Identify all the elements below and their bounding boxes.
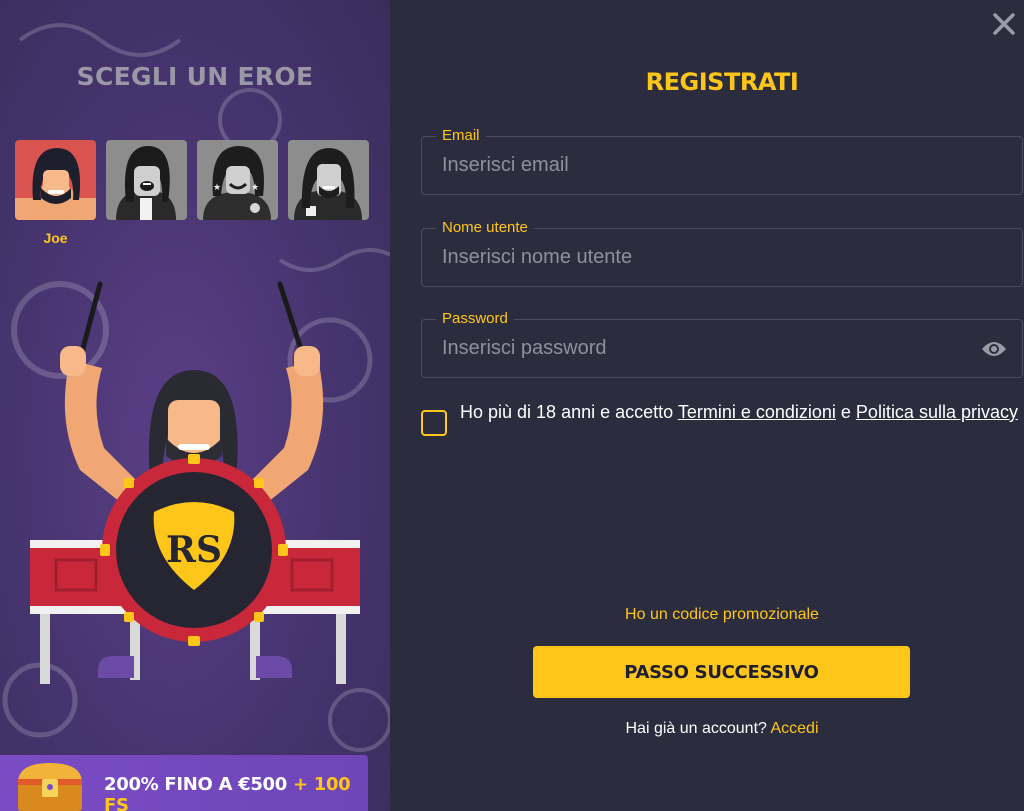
hero-avatar-2 xyxy=(116,146,176,220)
consent-text: Ho più di 18 anni e accetto Termini e co… xyxy=(460,400,1020,424)
hero-list: ★ ★ xyxy=(15,140,369,220)
hero-title: SCEGLI UN EROE xyxy=(76,62,314,91)
age-terms-checkbox[interactable] xyxy=(421,410,447,436)
promo-text: 200% FINO A €500 + 100 FS xyxy=(104,774,368,811)
privacy-link[interactable]: Politica sulla privacy xyxy=(856,402,1018,422)
hero-card-3[interactable]: ★ ★ xyxy=(197,140,278,220)
promo-banner[interactable]: 200% FINO A €500 + 100 FS xyxy=(0,755,368,811)
next-step-button[interactable]: PASSO SUCCESSIVO xyxy=(533,646,910,698)
login-prompt-line: Hai già un account? Accedi xyxy=(390,720,1024,738)
drummer-illustration: RS xyxy=(30,281,360,684)
consent-prefix: Ho più di 18 anni e accetto xyxy=(460,402,678,422)
hero-card-joe[interactable] xyxy=(15,140,96,220)
hero-avatar-4 xyxy=(294,148,362,220)
password-input[interactable] xyxy=(442,320,982,377)
login-link[interactable]: Accedi xyxy=(770,720,818,737)
svg-text:★: ★ xyxy=(213,183,221,193)
treasure-chest-icon xyxy=(18,763,82,811)
login-prompt: Hai già un account? xyxy=(625,720,767,737)
hero-avatar-3: ★ ★ xyxy=(203,146,271,220)
hero-card-2[interactable] xyxy=(106,140,187,220)
close-icon[interactable] xyxy=(990,10,1018,38)
username-field: Nome utente xyxy=(421,219,1023,287)
svg-text:★: ★ xyxy=(251,183,259,193)
hero-panel: SCEGLI UN EROE ★ ★ Joe RS 200% FINO A €5… xyxy=(0,0,390,811)
eye-icon[interactable] xyxy=(980,337,1008,361)
selected-hero-name: Joe xyxy=(43,230,68,246)
email-input[interactable] xyxy=(442,137,982,194)
promo-main: 200% FINO A €500 xyxy=(104,774,287,795)
email-field: Email xyxy=(421,127,1023,195)
drum-logo: RS xyxy=(166,529,222,571)
form-title: REGISTRATI xyxy=(645,68,799,96)
consent-middle: e xyxy=(835,402,856,422)
hero-card-4[interactable] xyxy=(288,140,369,220)
password-field: Password xyxy=(421,310,1023,378)
register-panel: REGISTRATI Email Nome utente Password Ho… xyxy=(390,0,1024,811)
promo-code-link[interactable]: Ho un codice promozionale xyxy=(390,606,1024,624)
terms-link[interactable]: Termini e condizioni xyxy=(678,402,836,422)
username-input[interactable] xyxy=(442,229,982,286)
hero-avatar-joe xyxy=(15,148,96,220)
